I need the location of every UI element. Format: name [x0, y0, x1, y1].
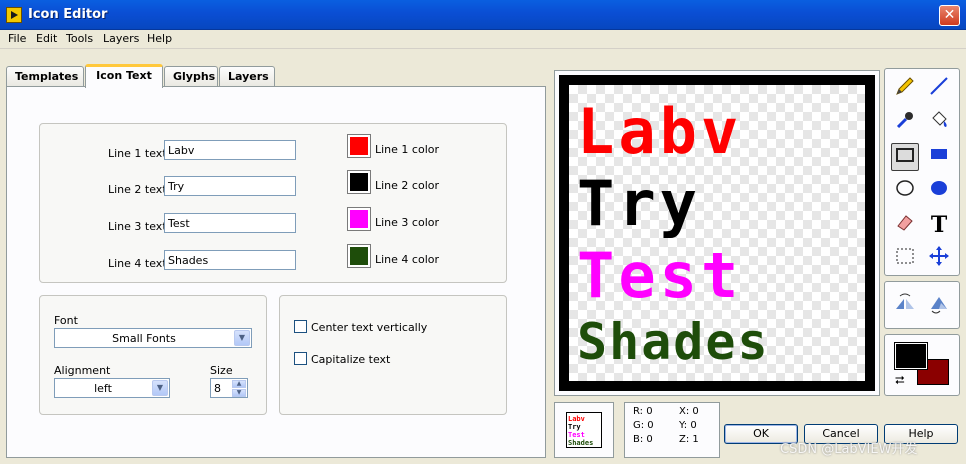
labview-app-icon	[6, 7, 22, 23]
alignment-select-value: left	[94, 382, 112, 395]
line1-text-input[interactable]: Labv	[164, 140, 296, 160]
line4-color-label: Line 4 color	[375, 253, 440, 266]
title-bar: Icon Editor ✕	[0, 0, 966, 30]
thumb-line-1: Labv	[568, 415, 585, 423]
text-tool-icon[interactable]: T	[925, 211, 953, 239]
close-button[interactable]: ✕	[939, 5, 960, 26]
thumb-line-2: Try	[568, 423, 581, 431]
rectangle-tool-icon[interactable]	[891, 143, 919, 171]
line2-color-swatch[interactable]	[347, 170, 371, 194]
center-vertically-label: Center text vertically	[311, 321, 428, 334]
canvas-line-1: Labv	[577, 95, 743, 168]
rotate-icon[interactable]	[925, 291, 953, 319]
line4-color-fill	[350, 247, 368, 265]
tab-glyphs[interactable]: Glyphs	[164, 66, 218, 87]
chevron-down-icon[interactable]: ▼	[152, 380, 168, 396]
size-stepper[interactable]: 8 ▲ ▼	[210, 378, 248, 398]
line1-text-label: Line 1 text	[108, 147, 167, 160]
icon-thumbnail: Labv Try Test Shades	[566, 412, 602, 448]
thumb-line-3: Test	[568, 431, 585, 439]
readout-g: G: 0	[633, 420, 654, 431]
menu-bar: File Edit Tools Layers Help	[0, 30, 966, 49]
size-value: 8	[214, 382, 221, 395]
font-select[interactable]: Small Fonts ▼	[54, 328, 252, 348]
filled-rectangle-icon[interactable]	[925, 143, 953, 171]
line2-color-fill	[350, 173, 368, 191]
canvas-line-4: Shades	[577, 313, 770, 371]
readout-x: X: 0	[679, 406, 699, 417]
line3-color-label: Line 3 color	[375, 216, 440, 229]
pixel-readout: R: 0 G: 0 B: 0 X: 0 Y: 0 Z: 1	[624, 402, 720, 458]
flip-horizontal-icon[interactable]	[891, 291, 919, 319]
readout-r: R: 0	[633, 406, 653, 417]
tab-templates[interactable]: Templates	[6, 66, 84, 87]
readout-z: Z: 1	[679, 434, 699, 445]
menu-edit[interactable]: Edit	[36, 32, 57, 45]
alignment-select[interactable]: left ▼	[54, 378, 170, 398]
capitalize-checkbox[interactable]	[294, 352, 307, 365]
text-options-group: Center text vertically Capitalize text	[279, 295, 507, 415]
icon-preview: Labv Try Test Shades	[554, 402, 614, 458]
line3-color-swatch[interactable]	[347, 207, 371, 231]
icon-text-panel: Line 1 text Labv Line 1 color Line 2 tex…	[6, 86, 546, 458]
canvas-line-3: Test	[577, 239, 743, 312]
line3-text-input[interactable]: Test	[164, 213, 296, 233]
line4-text-label: Line 4 text	[108, 257, 167, 270]
chevron-down-icon[interactable]: ▼	[234, 330, 250, 346]
font-group: Font Small Fonts ▼ Alignment left ▼ Size…	[39, 295, 267, 415]
selection-tool-icon[interactable]	[891, 245, 919, 273]
dropper-icon[interactable]	[891, 109, 919, 137]
alignment-label: Alignment	[54, 364, 111, 377]
menu-help[interactable]: Help	[147, 32, 172, 45]
text-lines-group: Line 1 text Labv Line 1 color Line 2 tex…	[39, 123, 507, 283]
menu-layers[interactable]: Layers	[103, 32, 139, 45]
stepper-down-icon[interactable]: ▼	[232, 389, 246, 397]
tab-layers[interactable]: Layers	[219, 66, 275, 87]
tab-icon-text[interactable]: Icon Text	[85, 64, 163, 88]
line1-color-swatch[interactable]	[347, 134, 371, 158]
flip-rotate-panel	[884, 281, 960, 329]
line1-color-label: Line 1 color	[375, 143, 440, 156]
line3-color-fill	[350, 210, 368, 228]
canvas-line-2: Try	[577, 167, 701, 240]
pencil-icon[interactable]	[891, 75, 919, 103]
line2-text-input[interactable]: Try	[164, 176, 296, 196]
icon-canvas[interactable]: Labv Try Test Shades	[559, 75, 875, 391]
capitalize-label: Capitalize text	[311, 353, 391, 366]
paint-bucket-icon[interactable]	[925, 109, 953, 137]
stepper-up-icon[interactable]: ▲	[232, 380, 246, 388]
foreground-color-swatch[interactable]	[894, 342, 928, 370]
eraser-icon[interactable]	[891, 211, 919, 239]
ellipse-tool-icon[interactable]	[891, 177, 919, 205]
font-select-value: Small Fonts	[112, 332, 176, 345]
line2-color-label: Line 2 color	[375, 179, 440, 192]
swap-colors-icon[interactable]: ⮂	[895, 373, 905, 388]
line3-text-label: Line 3 text	[108, 220, 167, 233]
menu-file[interactable]: File	[8, 32, 26, 45]
move-tool-icon[interactable]	[925, 245, 953, 273]
size-label: Size	[210, 364, 233, 377]
watermark: CSDN @LabVIEW开发	[780, 442, 918, 457]
line1-color-fill	[350, 137, 368, 155]
readout-b: B: 0	[633, 434, 653, 445]
window-title: Icon Editor	[28, 7, 108, 22]
readout-y: Y: 0	[679, 420, 697, 431]
line4-text-input[interactable]: Shades	[164, 250, 296, 270]
line4-color-swatch[interactable]	[347, 244, 371, 268]
menu-tools[interactable]: Tools	[66, 32, 93, 45]
line2-text-label: Line 2 text	[108, 183, 167, 196]
font-label: Font	[54, 314, 78, 327]
thumb-line-4: Shades	[568, 439, 594, 447]
color-selector-panel: ⮂	[884, 334, 960, 396]
line-tool-icon[interactable]	[925, 75, 953, 103]
center-vertically-checkbox[interactable]	[294, 320, 307, 333]
tools-palette: T	[884, 68, 960, 276]
icon-canvas-frame: Labv Try Test Shades	[554, 70, 880, 396]
filled-ellipse-icon[interactable]	[925, 177, 953, 205]
icon-drawing-area[interactable]: Labv Try Test Shades	[569, 85, 865, 381]
